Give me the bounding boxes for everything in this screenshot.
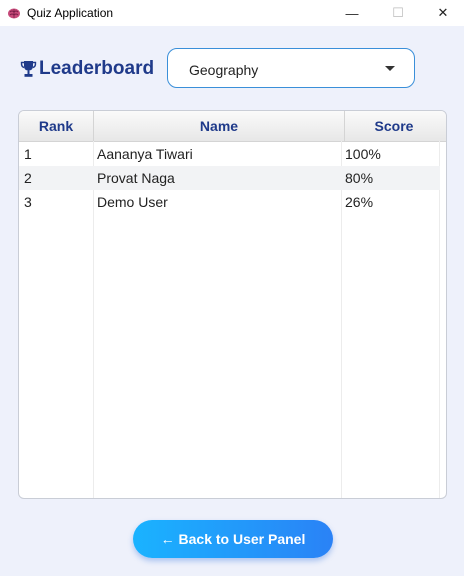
back-to-user-panel-button[interactable]: ← Back to User Panel bbox=[133, 520, 333, 558]
name-cell: Demo User bbox=[97, 194, 168, 210]
brain-icon bbox=[7, 6, 21, 20]
table-row[interactable]: 3 Demo User 26% bbox=[19, 190, 440, 214]
name-cell: Aananya Tiwari bbox=[97, 146, 193, 162]
column-header-score[interactable]: Score bbox=[345, 111, 443, 141]
minimize-button[interactable]: — bbox=[329, 0, 375, 26]
table-row[interactable]: 1 Aananya Tiwari 100% bbox=[19, 142, 440, 166]
page-title: Leaderboard bbox=[39, 58, 155, 79]
rank-cell: 3 bbox=[24, 194, 32, 210]
score-cell: 80% bbox=[345, 170, 374, 186]
trophy-icon bbox=[20, 60, 37, 78]
maximize-button[interactable]: ☐ bbox=[375, 0, 421, 26]
name-cell: Provat Naga bbox=[97, 170, 175, 186]
category-select[interactable]: Geography bbox=[167, 48, 415, 88]
close-button[interactable]: ✕ bbox=[420, 0, 464, 26]
chevron-down-icon bbox=[385, 66, 395, 71]
title-bar[interactable]: Quiz Application — ☐ ✕ bbox=[0, 0, 464, 26]
score-cell: 26% bbox=[345, 194, 374, 210]
score-cell: 100% bbox=[345, 146, 381, 162]
table-header: Rank Name Score bbox=[19, 111, 446, 142]
quiz-application-window: Quiz Application — ☐ ✕ Leaderboard Geogr… bbox=[0, 0, 464, 576]
category-select-value: Geography bbox=[189, 62, 259, 78]
table-row[interactable]: 2 Provat Naga 80% bbox=[19, 166, 440, 190]
table-body: 1 Aananya Tiwari 100% 2 Provat Naga 80% … bbox=[19, 142, 440, 214]
column-header-rank[interactable]: Rank bbox=[19, 111, 94, 141]
leaderboard-header: Leaderboard Geography bbox=[20, 48, 420, 90]
rank-cell: 2 bbox=[24, 170, 32, 186]
leaderboard-table[interactable]: Rank Name Score 1 Aananya Tiwari 100% 2 … bbox=[18, 110, 447, 499]
column-header-name[interactable]: Name bbox=[94, 111, 345, 141]
rank-cell: 1 bbox=[24, 146, 32, 162]
window-title: Quiz Application bbox=[27, 6, 114, 20]
